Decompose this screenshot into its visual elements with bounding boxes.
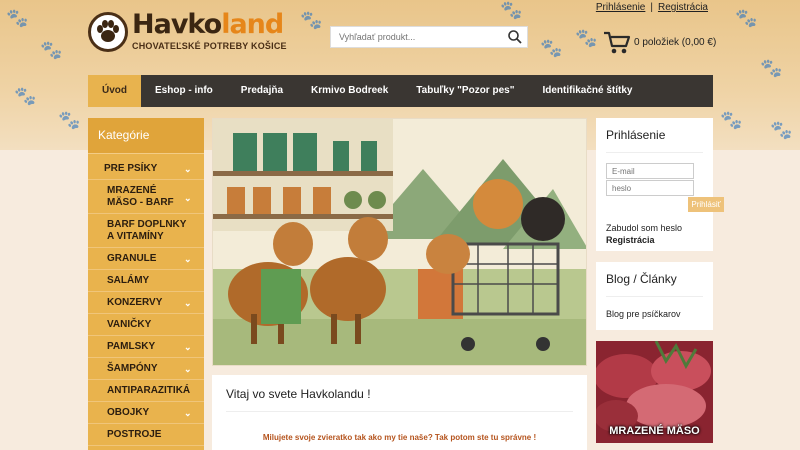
category-obojky[interactable]: OBOJKY ⌄ [88, 402, 204, 424]
login-submit-button[interactable]: Prihlásiť [688, 197, 724, 212]
category-pamlsky[interactable]: PAMLSKY ⌄ [88, 336, 204, 358]
logo-name-part1: Havko [132, 9, 222, 40]
logo-subtitle: CHOVATEĽSKÉ POTREBY KOŠICE [132, 41, 287, 51]
category-label-line1: BARF DOPLNKY [107, 218, 187, 230]
paw-icon: 🐾 [500, 0, 523, 20]
category-label-line2: A VITAMÍNY [107, 230, 164, 242]
category-label-line2: MÄSO - BARF [107, 196, 174, 208]
category-label: MRAZENÉ MÄSO - BARF [107, 185, 174, 209]
category-label: ŠAMPÓNY [107, 363, 158, 374]
password-field[interactable] [606, 180, 694, 196]
blog-box: Blog / Články Blog pre psíčkarov [596, 262, 713, 330]
email-field[interactable] [606, 163, 694, 179]
chevron-down-icon[interactable]: ⌄ [184, 342, 194, 352]
category-label: GRANULE [107, 253, 157, 264]
cart-widget[interactable]: 0 položiek (0,00 €) [603, 30, 718, 56]
login-box-title: Prihlásenie [606, 128, 666, 142]
nav-item-uvod[interactable]: Úvod [88, 75, 141, 107]
paw-icon: 🐾 [575, 28, 598, 48]
category-label: KONZERVY [107, 297, 163, 308]
chevron-down-icon[interactable]: ⌄ [184, 298, 194, 308]
category-sidebar: Kategórie PRE PSÍKY ⌄ MRAZENÉ MÄSO - BARF… [88, 118, 204, 450]
nav-item-identifikacne-stitky[interactable]: Identifikačné štítky [528, 75, 646, 107]
category-label: VANIČKY [107, 319, 152, 330]
paw-icon: 🐾 [735, 8, 758, 28]
register-link[interactable]: Registrácia [658, 2, 708, 13]
chevron-down-icon[interactable]: ⌄ [184, 364, 194, 374]
nav-item-krmivo-bodreek[interactable]: Krmivo Bodreek [297, 75, 402, 107]
register-link-box[interactable]: Registrácia [606, 235, 655, 245]
divider [606, 152, 703, 153]
chevron-down-icon[interactable]: ⌄ [184, 408, 194, 418]
category-salamy[interactable]: SALÁMY [88, 270, 204, 292]
nav-item-tabulky[interactable]: Tabuľky "Pozor pes" [402, 75, 528, 107]
category-sampony[interactable]: ŠAMPÓNY ⌄ [88, 358, 204, 380]
forgot-password: Zabudol som heslo Registrácia [606, 222, 682, 246]
frozen-meat-promo[interactable]: MRAZENÉ MÄSO [596, 341, 713, 443]
link-separator: | [650, 2, 653, 13]
site-logo[interactable]: Havkoland CHOVATEĽSKÉ POTREBY KOŠICE [88, 9, 287, 54]
category-label: BARF DOPLNKY A VITAMÍNY [107, 219, 186, 243]
forgot-password-link[interactable]: Zabudol som heslo [606, 223, 682, 233]
category-list: PRE PSÍKY ⌄ MRAZENÉ MÄSO - BARF ⌄ BARF DO… [88, 154, 204, 446]
category-title: Kategórie [88, 118, 204, 154]
chevron-down-icon[interactable]: ⌄ [184, 254, 194, 264]
paw-icon: 🐾 [6, 8, 29, 28]
paw-icon: 🐾 [40, 40, 63, 60]
search-icon[interactable] [507, 29, 523, 45]
blog-link[interactable]: Blog pre psíčkarov [606, 309, 681, 319]
nav-item-predajna[interactable]: Predajňa [227, 75, 297, 107]
paw-icon: 🐾 [760, 58, 783, 78]
paw-icon: 🐾 [540, 38, 563, 58]
blog-box-title: Blog / Články [606, 272, 677, 286]
category-label: POSTROJE [107, 429, 162, 440]
welcome-text: Milujete svoje zvieratko tak ako my tie … [262, 433, 537, 442]
chevron-down-icon[interactable]: ⌄ [184, 192, 194, 203]
promo-label: MRAZENÉ MÄSO [609, 425, 700, 437]
category-mrazene-maso[interactable]: MRAZENÉ MÄSO - BARF ⌄ [88, 180, 204, 214]
category-label-line1: MRAZENÉ [107, 184, 157, 196]
logo-name: Havkoland [132, 9, 284, 40]
login-box: Prihlásenie Zabudol som heslo Registráci… [596, 118, 713, 251]
account-links: Prihlásenie | Registrácia [596, 2, 708, 13]
category-label: ANTIPARAZITIKÁ [107, 385, 191, 396]
welcome-section: Vitaj vo svete Havkolandu ! Milujete svo… [212, 375, 587, 450]
category-label: OBOJKY [107, 407, 150, 418]
category-postroje[interactable]: POSTROJE [88, 424, 204, 446]
category-pre-psiky[interactable]: PRE PSÍKY ⌄ [88, 158, 204, 180]
main-navigation: Úvod Eshop - info Predajňa Krmivo Bodree… [88, 75, 713, 107]
category-label: PRE PSÍKY [104, 163, 158, 174]
category-konzervy[interactable]: KONZERVY ⌄ [88, 292, 204, 314]
paw-icon: 🐾 [58, 110, 81, 130]
category-antiparazitika[interactable]: ANTIPARAZITIKÁ [88, 380, 204, 402]
paw-icon: 🐾 [300, 10, 323, 30]
search-input[interactable] [331, 27, 501, 47]
cart-summary: 0 položiek (0,00 €) [634, 37, 717, 48]
cart-icon [604, 31, 631, 54]
paw-icon: 🐾 [770, 120, 793, 140]
paw-icon: 🐾 [14, 86, 37, 106]
welcome-title: Vitaj vo svete Havkolandu ! [226, 387, 371, 401]
search-box [330, 26, 528, 48]
chevron-down-icon[interactable]: ⌄ [184, 164, 194, 174]
category-label: SALÁMY [107, 275, 150, 286]
category-granule[interactable]: GRANULE ⌄ [88, 248, 204, 270]
category-vanicky[interactable]: VANIČKY [88, 314, 204, 336]
divider [226, 411, 573, 412]
dogs-shopping-illustration [213, 119, 586, 365]
category-barf-doplnky[interactable]: BARF DOPLNKY A VITAMÍNY [88, 214, 204, 248]
nav-item-eshop-info[interactable]: Eshop - info [141, 75, 227, 107]
paw-icon: 🐾 [720, 110, 743, 130]
paw-logo-icon [88, 12, 128, 52]
login-link[interactable]: Prihlásenie [596, 2, 645, 13]
category-label: PAMLSKY [107, 341, 156, 352]
hero-banner[interactable] [212, 118, 587, 366]
divider [606, 296, 703, 297]
logo-name-part2: land [221, 9, 284, 40]
